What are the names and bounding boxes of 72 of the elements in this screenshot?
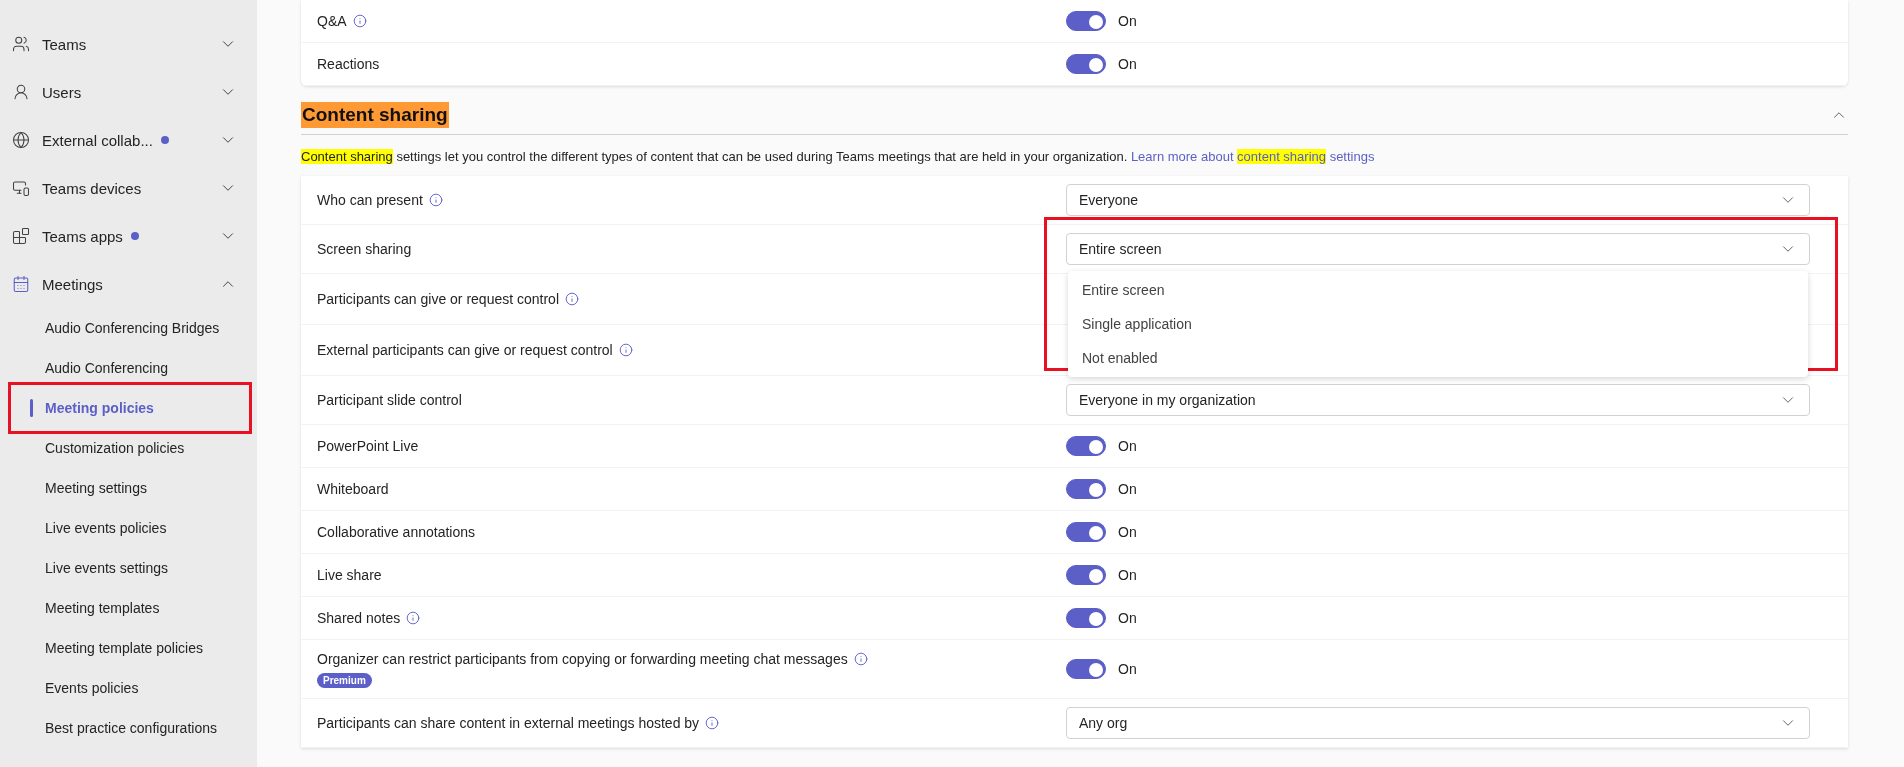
- setting-label: Organizer can restrict participants from copying or forwarding meeting chat messages: [317, 650, 848, 667]
- toggle-state: On: [1118, 567, 1137, 583]
- setting-label: Collaborative annotations: [317, 524, 475, 540]
- info-icon[interactable]: [618, 343, 633, 357]
- toggle-switch[interactable]: [1066, 479, 1106, 499]
- nav-subitem[interactable]: Meeting template policies: [0, 628, 257, 668]
- nav-subitem[interactable]: Meeting policies: [0, 388, 257, 428]
- setting-label: PowerPoint Live: [317, 438, 419, 454]
- nav-subitem[interactable]: Audio Conferencing: [0, 348, 257, 388]
- setting-label: Whiteboard: [317, 481, 389, 497]
- toggle-switch[interactable]: [1066, 11, 1106, 31]
- toggle-switch[interactable]: [1066, 659, 1106, 679]
- learn-more-link[interactable]: Learn more about content sharing settings: [1130, 149, 1375, 164]
- setting-label: Participants can share content in external meetings hosted by: [317, 715, 700, 731]
- toggle-state: On: [1118, 661, 1137, 677]
- dropdown-option[interactable]: Not enabled: [1068, 341, 1808, 375]
- dropdown-select[interactable]: Everyone in my organization: [1066, 384, 1810, 416]
- setting-label: Reactions: [317, 56, 380, 72]
- toggle-switch[interactable]: [1066, 608, 1106, 628]
- section-description: Content sharing settings let you control the different types of content that can be used during Teams meetings that are held in your organization. Learn more about content sharing settings: [301, 148, 1376, 166]
- toggle-state: On: [1118, 438, 1137, 454]
- info-icon[interactable]: [565, 292, 579, 306]
- person-icon: [12, 83, 30, 101]
- apps-icon: [12, 227, 30, 245]
- devices-icon: [12, 179, 30, 197]
- nav-subitem[interactable]: Customization policies: [0, 428, 257, 468]
- selection-indicator: [30, 399, 33, 417]
- info-icon[interactable]: [428, 193, 443, 207]
- info-icon[interactable]: [352, 14, 367, 28]
- toggle-state: On: [1118, 13, 1137, 29]
- info-icon[interactable]: [406, 611, 421, 625]
- nav-subitem[interactable]: Meeting templates: [0, 588, 257, 628]
- dropdown-select[interactable]: Any org: [1066, 707, 1810, 739]
- setting-label: Participants can give or request control: [317, 291, 559, 307]
- nav-subitem[interactable]: Live events policies: [0, 508, 257, 548]
- calendar-icon: [12, 275, 30, 293]
- nav-item[interactable]: External collab...: [0, 116, 257, 164]
- setting-label: Live share: [317, 567, 382, 583]
- globe-icon: [12, 131, 30, 149]
- nav-subitem[interactable]: Events policies: [0, 668, 257, 708]
- toggle-state: On: [1118, 610, 1137, 626]
- dropdown-option[interactable]: Single application: [1068, 307, 1808, 341]
- nav-item[interactable]: Teams devices: [0, 164, 257, 212]
- nav-subitem[interactable]: Live events settings: [0, 548, 257, 588]
- dropdown-select[interactable]: Everyone: [1066, 184, 1810, 216]
- section-title: Content sharing: [301, 102, 449, 128]
- setting-label: External participants can give or request control: [317, 342, 613, 358]
- nav-subitem[interactable]: Best practice configurations: [0, 708, 257, 748]
- nav-item[interactable]: Meetings: [0, 260, 257, 308]
- toggle-switch[interactable]: [1066, 54, 1106, 74]
- setting-label: Screen sharing: [317, 241, 412, 257]
- setting-label: Who can present: [317, 192, 423, 208]
- setting-label: Q&A: [317, 13, 347, 29]
- dropdown-select[interactable]: Entire screen: [1066, 233, 1810, 265]
- info-icon[interactable]: [705, 716, 720, 730]
- toggle-state: On: [1118, 524, 1137, 540]
- toggle-switch[interactable]: [1066, 436, 1106, 456]
- people-icon: [12, 35, 30, 53]
- setting-label: Participant slide control: [317, 392, 462, 408]
- nav-item[interactable]: Teams: [0, 20, 257, 68]
- toggle-state: On: [1118, 481, 1137, 497]
- setting-label: Shared notes: [317, 610, 401, 626]
- premium-badge: Premium: [317, 672, 372, 688]
- toggle-switch[interactable]: [1066, 565, 1106, 585]
- toggle-state: On: [1118, 56, 1137, 72]
- nav-subitem[interactable]: Audio Conferencing Bridges: [0, 308, 257, 348]
- info-icon[interactable]: [853, 651, 868, 666]
- dropdown-option[interactable]: Entire screen: [1068, 273, 1808, 307]
- toggle-switch[interactable]: [1066, 522, 1106, 542]
- nav-item[interactable]: Users: [0, 68, 257, 116]
- nav-item[interactable]: Teams apps: [0, 212, 257, 260]
- nav-subitem[interactable]: Meeting settings: [0, 468, 257, 508]
